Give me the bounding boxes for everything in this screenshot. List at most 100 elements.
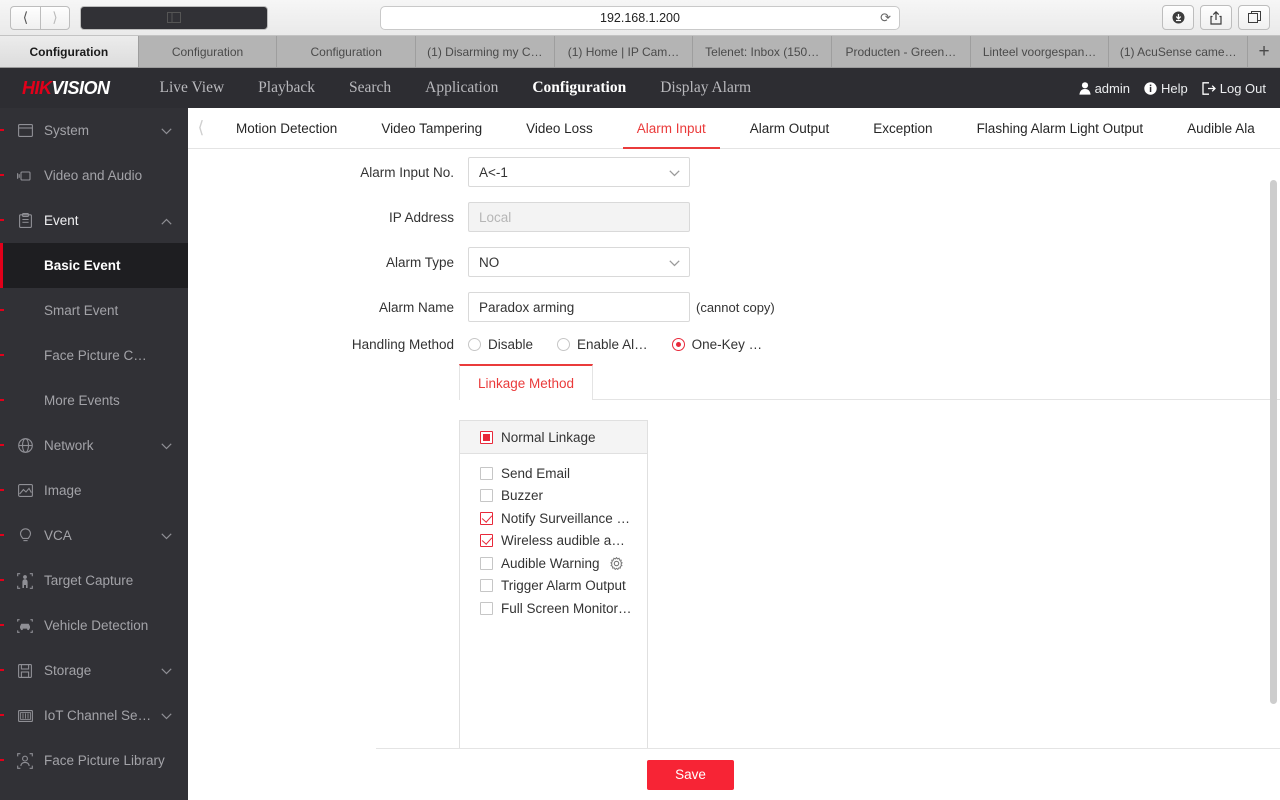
gear-icon[interactable] [609, 556, 623, 570]
subtab-motion-detection[interactable]: Motion Detection [214, 108, 359, 149]
address-bar[interactable]: 192.168.1.200 ⟳ [380, 5, 900, 30]
subtab-alarm-input[interactable]: Alarm Input [615, 108, 728, 149]
browser-tab-5[interactable]: Telenet: Inbox (150… [693, 36, 833, 67]
subtab-video-tampering[interactable]: Video Tampering [359, 108, 504, 149]
alarm-name-field[interactable]: Paradox arming [468, 292, 690, 322]
linkage-option-buzzer[interactable]: Buzzer [480, 485, 647, 508]
alarm-type-value: NO [479, 254, 500, 270]
sidebar-subitem-face-picture-c[interactable]: Face Picture C… [0, 333, 188, 378]
nav-item-playback[interactable]: Playback [258, 79, 315, 97]
help-link[interactable]: Help [1144, 81, 1188, 96]
subtab-video-loss[interactable]: Video Loss [504, 108, 615, 149]
sidebar-toggle-icon[interactable] [80, 5, 268, 30]
nav-item-live-view[interactable]: Live View [160, 79, 225, 97]
main-content: ⟨ Motion Detection Video Tampering Video L… [188, 108, 1280, 800]
browser-tab-4[interactable]: (1) Home | IP Cam… [554, 36, 694, 67]
share-icon[interactable] [1200, 5, 1232, 30]
browser-tab-3[interactable]: (1) Disarming my C… [416, 36, 555, 67]
sidebar-item-image[interactable]: Image [0, 468, 188, 513]
forward-button[interactable]: ⟩ [40, 5, 70, 30]
handling-radio-0[interactable]: Disable [468, 337, 533, 352]
nav-item-search[interactable]: Search [349, 79, 391, 97]
logo-hik-text: HIK [22, 77, 52, 98]
vca-icon [14, 527, 36, 544]
linkage-option-trigger-alarm-output[interactable]: Trigger Alarm Output [480, 575, 647, 598]
browser-tab-6[interactable]: Producten - Green… [832, 36, 971, 67]
tab-linkage-method[interactable]: Linkage Method [459, 364, 594, 400]
sidebar-tick [0, 174, 4, 176]
browser-tab-1[interactable]: Configuration [138, 36, 278, 67]
alarm-input-no-select[interactable]: A<-1 [468, 157, 690, 187]
ip-address-row: IP Address Local [188, 202, 1280, 232]
subtab-exception[interactable]: Exception [851, 108, 954, 149]
linkage-checkbox[interactable] [480, 534, 493, 548]
sidebar-item-system[interactable]: System [0, 108, 188, 153]
linkage-checkbox[interactable] [480, 489, 493, 503]
sidebar-tick [0, 669, 4, 671]
alarm-type-select[interactable]: NO [468, 247, 690, 277]
linkage-checkbox[interactable] [480, 511, 493, 525]
event-icon [14, 213, 36, 228]
normal-linkage-header[interactable]: Normal Linkage [460, 421, 647, 454]
logout-link[interactable]: Log Out [1202, 81, 1266, 96]
browser-actions [1162, 5, 1270, 30]
subtab-alarm-output[interactable]: Alarm Output [728, 108, 852, 149]
handling-radio-2[interactable]: One-Key … [671, 337, 762, 352]
tab-overview-icon[interactable] [1238, 5, 1270, 30]
linkage-option-wireless-audible-an[interactable]: Wireless audible an… [480, 530, 647, 553]
chevron-down-icon [161, 123, 172, 138]
sidebar-item-target-capture[interactable]: Target Capture [0, 558, 188, 603]
sidebar-subitem-basic-event[interactable]: Basic Event [0, 243, 188, 288]
subtab-audible-ala[interactable]: Audible Ala [1165, 108, 1277, 149]
linkage-option-label: Send Email [501, 465, 571, 481]
reload-icon[interactable]: ⟳ [880, 10, 891, 26]
sidebar-subitem-more-events[interactable]: More Events [0, 378, 188, 423]
sidebar-item-network[interactable]: Network [0, 423, 188, 468]
sidebar-item-event[interactable]: Event [0, 198, 188, 243]
nav-item-display-alarm[interactable]: Display Alarm [660, 79, 751, 97]
ip-address-field[interactable]: Local [468, 202, 690, 232]
sidebar-item-face-picture-library[interactable]: Face Picture Library [0, 738, 188, 783]
downloads-icon[interactable] [1162, 5, 1194, 30]
sidebar-tick [0, 129, 4, 131]
linkage-checkbox[interactable] [480, 466, 493, 480]
subtab-flashing-alarm-light-output[interactable]: Flashing Alarm Light Output [955, 108, 1166, 149]
nav-item-application[interactable]: Application [425, 79, 498, 97]
back-button[interactable]: ⟨ [10, 5, 40, 30]
sidebar-item-vehicle-detection[interactable]: Vehicle Detection [0, 603, 188, 648]
browser-tab-8[interactable]: (1) AcuSense came… [1109, 36, 1249, 67]
sidebar-item-storage[interactable]: Storage [0, 648, 188, 693]
sidebar-item-label: Video and Audio [44, 168, 143, 183]
linkage-option-notify-surveillance[interactable]: Notify Surveillance … [480, 507, 647, 530]
app-header: HIKVISION Live View Playback Search Applica… [0, 68, 1280, 108]
handling-method-radios: Disable Enable Al… One-Key … [468, 337, 786, 352]
new-tab-button[interactable]: + [1248, 36, 1280, 67]
sidebar-item-video-and-audio[interactable]: Video and Audio [0, 153, 188, 198]
linkage-option-full-screen-monitori[interactable]: Full Screen Monitori… [480, 597, 647, 620]
radio-dot [557, 338, 571, 351]
normal-linkage-label: Normal Linkage [501, 429, 596, 445]
subtab-scroll-left-icon[interactable]: ⟨ [188, 118, 214, 138]
sidebar-item-vca[interactable]: VCA [0, 513, 188, 558]
sidebar-subitem-smart-event[interactable]: Smart Event [0, 288, 188, 333]
header-user-area: admin Help Log Out [1071, 81, 1266, 96]
save-button[interactable]: Save [647, 759, 734, 790]
vertical-scrollbar[interactable] [1270, 180, 1277, 704]
linkage-checkbox[interactable] [480, 556, 493, 570]
linkage-checkbox[interactable] [480, 601, 493, 615]
linkage-option-audible-warning[interactable]: Audible Warning [480, 552, 647, 575]
nav-item-configuration[interactable]: Configuration [532, 79, 626, 97]
sidebar-item-iot-channel-se[interactable]: IoT Channel Se… [0, 693, 188, 738]
linkage-option-send-email[interactable]: Send Email [480, 462, 647, 485]
sidebar-tick [0, 714, 4, 716]
normal-linkage-checkbox[interactable] [480, 430, 493, 444]
handling-radio-1[interactable]: Enable Al… [557, 337, 648, 352]
browser-tab-7[interactable]: Linteel voorgespan… [970, 36, 1110, 67]
linkage-checkbox[interactable] [480, 579, 493, 593]
user-menu[interactable]: admin [1078, 81, 1130, 96]
radio-dot [468, 338, 481, 351]
alarm-type-row: Alarm Type NO [188, 247, 1280, 277]
browser-tab-0[interactable]: Configuration [0, 36, 139, 67]
browser-tab-2[interactable]: Configuration [277, 36, 417, 67]
sidebar-item-label: Target Capture [44, 573, 134, 588]
